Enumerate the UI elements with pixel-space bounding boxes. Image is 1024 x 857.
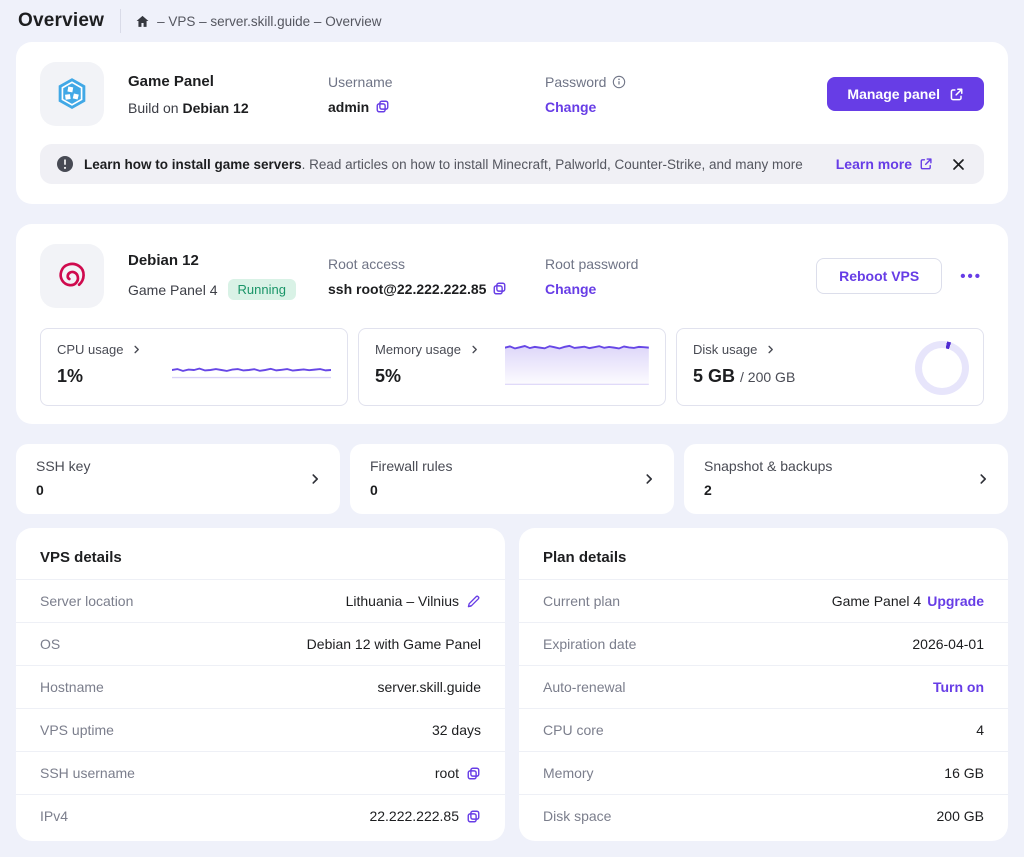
table-row: VPS uptime 32 days [16,708,505,751]
vps-details-card: VPS details Server location Lithuania – … [16,528,505,841]
disk-donut-chart [915,341,969,395]
page-header: Overview – VPS – server.skill.guide – Ov… [16,0,1008,42]
password-label: Password [545,74,606,90]
ssh-username-value: root [435,765,459,781]
header-divider [120,9,121,33]
breadcrumb[interactable]: – VPS – server.skill.guide – Overview [135,14,381,29]
vps-card: Debian 12 Game Panel 4 Running Root acce… [16,224,1008,424]
alert-icon [56,155,74,173]
snapshot-backups-card[interactable]: Snapshot & backups 2 [684,444,1008,514]
external-link-icon [949,87,964,102]
table-row: CPU core 4 [519,708,1008,751]
os-value: Debian 12 with Game Panel [307,636,481,652]
change-root-password-link[interactable]: Change [545,281,596,297]
chevron-right-icon [131,344,142,355]
current-plan-value: Game Panel 4 [832,593,922,609]
table-row: Hostname server.skill.guide [16,665,505,708]
username-value: admin [328,99,369,115]
root-password-label: Root password [545,256,816,272]
learn-more-link[interactable]: Learn more [836,156,933,172]
cpu-core-value: 4 [976,722,984,738]
table-row: Memory 16 GB [519,751,1008,794]
debian-logo-tile [40,244,104,308]
copy-username-icon[interactable] [375,99,390,114]
table-row: Expiration date 2026-04-01 [519,622,1008,665]
plan-details-title: Plan details [519,528,1008,579]
username-label: Username [328,74,545,90]
install-games-banner: Learn how to install game servers. Read … [40,144,984,184]
chevron-right-icon [976,472,990,486]
root-access-value: ssh root@22.222.222.85 [328,281,486,297]
firewall-rules-card[interactable]: Firewall rules 0 [350,444,674,514]
reboot-vps-button[interactable]: Reboot VPS [816,258,942,294]
snapshot-backups-count: 2 [704,482,988,498]
cpu-usage-sparkline [172,353,331,387]
copy-ssh-icon[interactable] [492,281,507,296]
copy-icon[interactable] [466,809,481,824]
table-row: SSH username root [16,751,505,794]
table-row: Auto-renewal Turn on [519,665,1008,708]
change-password-link[interactable]: Change [545,99,596,115]
memory-usage-card: Memory usage 5% [358,328,666,406]
page-title: Overview [18,10,104,32]
close-icon[interactable] [949,155,968,174]
vps-plan-name: Game Panel 4 [128,282,218,298]
server-location-value: Lithuania – Vilnius [346,593,459,609]
cpu-usage-card: CPU usage 1% [40,328,348,406]
external-link-icon [919,157,933,171]
password-info-icon[interactable] [612,75,626,89]
status-badge: Running [228,279,296,300]
turn-on-autorenewal-link[interactable]: Turn on [933,679,984,695]
vps-os-title: Debian 12 [128,252,328,269]
table-row: Server location Lithuania – Vilnius [16,579,505,622]
cpu-usage-link[interactable]: CPU usage [57,342,142,357]
game-panel-subtitle: Build on Debian 12 [128,100,328,116]
game-panel-logo-tile [40,62,104,126]
quick-links-row: SSH key 0 Firewall rules 0 Snapshot & ba… [16,444,1008,514]
ssh-key-count: 0 [36,482,320,498]
ssh-key-card[interactable]: SSH key 0 [16,444,340,514]
breadcrumb-text: – VPS – server.skill.guide – Overview [157,14,381,29]
firewall-rules-count: 0 [370,482,654,498]
vps-details-title: VPS details [16,528,505,579]
game-panel-logo-icon [52,74,92,114]
manage-panel-button[interactable]: Manage panel [827,77,984,111]
memory-value: 16 GB [944,765,984,781]
table-row: Disk space 200 GB [519,794,1008,837]
memory-usage-link[interactable]: Memory usage [375,342,480,357]
chevron-right-icon [308,472,322,486]
root-access-label: Root access [328,256,545,272]
expiration-date-value: 2026-04-01 [912,636,984,652]
upgrade-link[interactable]: Upgrade [927,593,984,609]
hostname-value: server.skill.guide [378,679,482,695]
memory-usage-sparkline [505,338,649,392]
table-row: OS Debian 12 with Game Panel [16,622,505,665]
chevron-right-icon [642,472,656,486]
copy-icon[interactable] [466,766,481,781]
chevron-right-icon [469,344,480,355]
chevron-right-icon [765,344,776,355]
disk-usage-card: Disk usage 5 GB / 200 GB [676,328,984,406]
ipv4-value: 22.222.222.85 [369,808,459,824]
game-panel-card: Game Panel Build on Debian 12 Username a… [16,42,1008,204]
disk-total: / 200 GB [740,369,795,385]
more-menu-button[interactable]: ••• [958,264,984,289]
vps-overview-page: Overview – VPS – server.skill.guide – Ov… [0,0,1024,857]
game-panel-title: Game Panel [128,73,328,90]
game-panel-os: Debian 12 [182,100,248,116]
disk-space-value: 200 GB [937,808,984,824]
table-row: IPv4 22.222.222.85 [16,794,505,837]
home-icon[interactable] [135,14,150,29]
banner-text: Learn how to install game servers. Read … [84,157,803,172]
uptime-value: 32 days [432,722,481,738]
debian-logo-icon [53,257,91,295]
disk-usage-link[interactable]: Disk usage [693,342,776,357]
plan-details-card: Plan details Current plan Game Panel 4 U… [519,528,1008,841]
table-row: Current plan Game Panel 4 Upgrade [519,579,1008,622]
edit-icon[interactable] [466,594,481,609]
